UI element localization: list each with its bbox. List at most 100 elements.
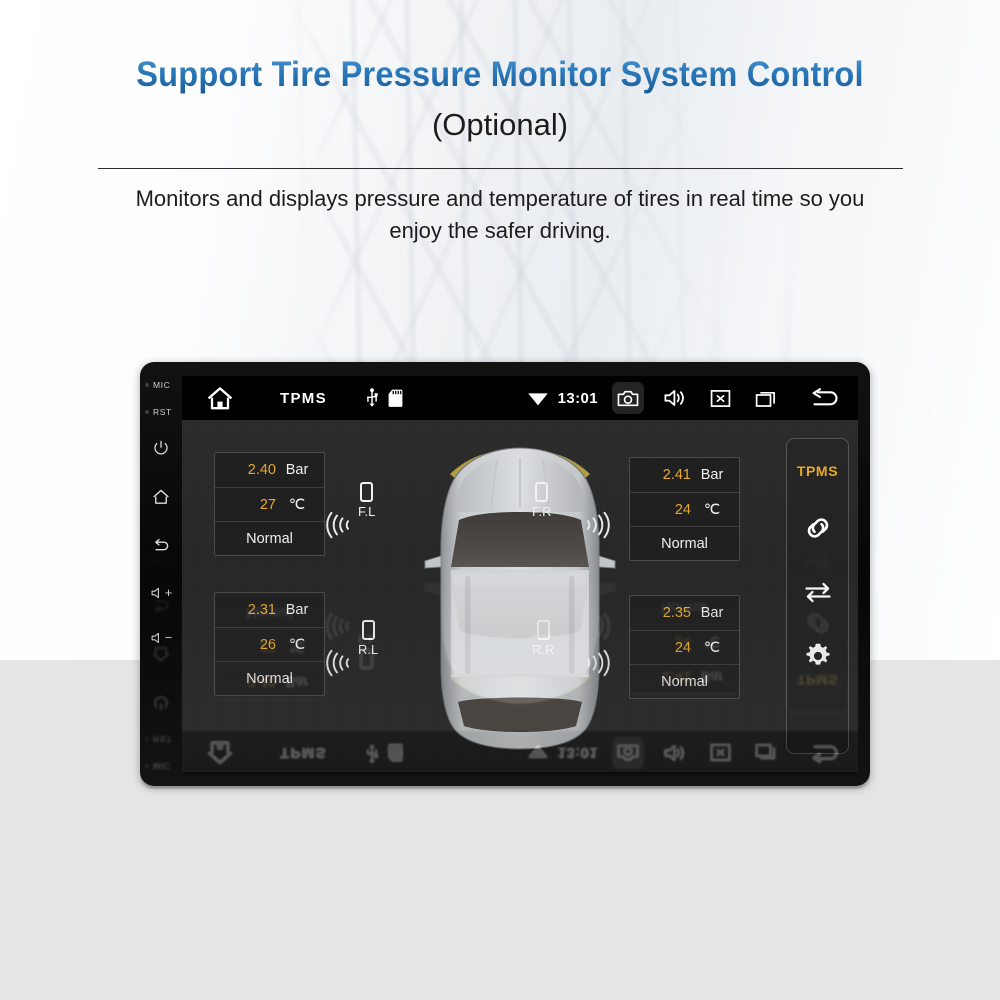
- camera-icon: [617, 390, 639, 406]
- fr-temperature-value: 24: [674, 501, 691, 518]
- fl-temperature-unit: ℃: [288, 496, 306, 513]
- fl-status: Normal: [215, 521, 324, 555]
- power-button[interactable]: [140, 439, 182, 457]
- gear-icon: [805, 643, 830, 665]
- rl-temperature-row: 26 ℃: [215, 627, 324, 661]
- rr-pressure-unit: Bar: [700, 605, 724, 621]
- signal-waves-fr: [580, 508, 614, 547]
- sensor-fl: F.L: [358, 482, 375, 519]
- sensor-icon: [536, 620, 550, 640]
- reset-button[interactable]: RST: [140, 407, 182, 417]
- status-bar: TPMS 13:01: [182, 376, 858, 420]
- page-description: Monitors and displays pressure and tempe…: [135, 186, 865, 243]
- bezel-back-button[interactable]: [140, 537, 182, 555]
- rl-pressure-row: 2.31 Bar: [215, 593, 324, 627]
- mic-led-icon: [145, 383, 149, 387]
- bezel-home-button[interactable]: [140, 488, 182, 506]
- wheel-panel-rr[interactable]: 2.35 Bar 24 ℃ Normal: [629, 595, 740, 699]
- reset-hole-icon: [145, 410, 149, 414]
- fr-temperature-unit: ℃: [703, 501, 721, 518]
- sensor-rr-label: R.R: [532, 642, 555, 657]
- signal-icon: [326, 511, 349, 539]
- sensor-icon: [535, 482, 549, 502]
- speaker-icon: [664, 390, 684, 406]
- rr-pressure-value: 2.35: [662, 605, 691, 621]
- signal-icon: [587, 511, 610, 539]
- recent-apps-icon: [755, 391, 775, 407]
- page-stage: Support Tire Pressure Monitor System Con…: [0, 0, 1000, 1000]
- rl-temperature-unit: ℃: [288, 636, 306, 653]
- sensor-rr: R.R: [532, 620, 554, 657]
- volume-up-button[interactable]: +: [140, 586, 182, 600]
- sidebar-title[interactable]: TPMS: [797, 463, 838, 479]
- fr-temperature-row: 24 ℃: [630, 492, 739, 526]
- signal-waves-rr: [580, 646, 614, 685]
- mic-label: MIC: [153, 380, 171, 390]
- status-recents-button[interactable]: [750, 382, 782, 414]
- sensor-rl: R.L: [358, 620, 378, 657]
- status-back-button[interactable]: [808, 387, 842, 409]
- status-close-button[interactable]: [704, 382, 736, 414]
- status-clock: 13:01: [557, 389, 598, 407]
- wheel-panel-fl[interactable]: 2.40 Bar 27 ℃ Normal: [214, 452, 325, 556]
- volume-up-label: +: [164, 585, 173, 600]
- device-bezel-buttons: MIC RST + −: [140, 362, 182, 786]
- page-subtitle: (Optional): [431, 107, 569, 142]
- back-arrow-icon: [812, 388, 838, 406]
- fl-pressure-unit: Bar: [285, 462, 309, 478]
- rl-pressure-value: 2.31: [247, 602, 276, 618]
- home-outline-icon: [153, 489, 169, 504]
- rr-temperature-row: 24 ℃: [630, 630, 739, 664]
- power-icon: [154, 440, 168, 455]
- screen-app-title: TPMS: [280, 389, 327, 407]
- sensor-rl-label: R.L: [358, 642, 379, 657]
- sensor-fr-label: F.R: [532, 504, 552, 519]
- fr-pressure-unit: Bar: [700, 467, 724, 483]
- page-title: Support Tire Pressure Monitor System Con…: [35, 55, 965, 95]
- sensor-fr: F.R: [532, 482, 552, 519]
- status-connectivity-icons: [365, 388, 403, 408]
- rl-temperature-value: 26: [259, 636, 276, 653]
- rr-pressure-row: 2.35 Bar: [630, 596, 739, 630]
- header-divider: [98, 168, 903, 169]
- speaker-icon: [151, 587, 159, 599]
- fr-pressure-row: 2.41 Bar: [630, 458, 739, 492]
- sensor-icon: [360, 482, 374, 502]
- wheel-panel-fr[interactable]: 2.41 Bar 24 ℃ Normal: [629, 457, 740, 561]
- volume-down-button[interactable]: −: [140, 631, 182, 645]
- mic-indicator: MIC: [140, 380, 182, 390]
- rl-status: Normal: [215, 661, 324, 695]
- rl-pressure-unit: Bar: [285, 602, 309, 618]
- header: Support Tire Pressure Monitor System Con…: [0, 0, 1000, 260]
- sidebar-item-swap[interactable]: [803, 577, 833, 607]
- reset-label: RST: [153, 407, 172, 417]
- fr-pressure-value: 2.41: [662, 467, 691, 483]
- rr-temperature-unit: ℃: [703, 639, 721, 656]
- wheel-panel-rl[interactable]: 2.31 Bar 26 ℃ Normal: [214, 592, 325, 696]
- sensor-fl-label: F.L: [358, 504, 376, 519]
- sidebar-item-pair[interactable]: [803, 513, 833, 543]
- close-box-icon: [710, 389, 730, 407]
- rr-status: Normal: [630, 664, 739, 698]
- status-wifi-icon-wrap: [527, 390, 549, 407]
- pair-icon: [807, 518, 828, 538]
- rr-temperature-value: 24: [674, 639, 691, 656]
- usb-icon: [367, 388, 378, 407]
- sd-card-icon: [388, 389, 403, 407]
- signal-icon: [587, 649, 610, 677]
- sidebar-item-settings[interactable]: [804, 641, 832, 671]
- signal-waves-rl: [322, 646, 356, 685]
- fr-status: Normal: [630, 526, 739, 560]
- swap-icon: [804, 582, 831, 603]
- volume-down-label: −: [164, 630, 173, 645]
- status-home-button[interactable]: [206, 386, 234, 411]
- device-screen: TPMS 13:01 2.40 Bar 27 ℃ Normal 2.41 Bar…: [182, 376, 858, 772]
- status-volume-button[interactable]: [658, 382, 690, 414]
- car-head-unit: MIC RST + − TPMS 13:01 2.40 Bar 27 ℃ Nor…: [140, 362, 870, 786]
- status-camera-button[interactable]: [612, 382, 644, 414]
- back-arrow-icon: [155, 538, 169, 551]
- fl-temperature-row: 27 ℃: [215, 487, 324, 521]
- sensor-icon: [361, 620, 375, 640]
- fl-pressure-value: 2.40: [247, 462, 276, 478]
- tpms-dashboard: 2.40 Bar 27 ℃ Normal 2.41 Bar 24 ℃ Norma…: [182, 420, 858, 772]
